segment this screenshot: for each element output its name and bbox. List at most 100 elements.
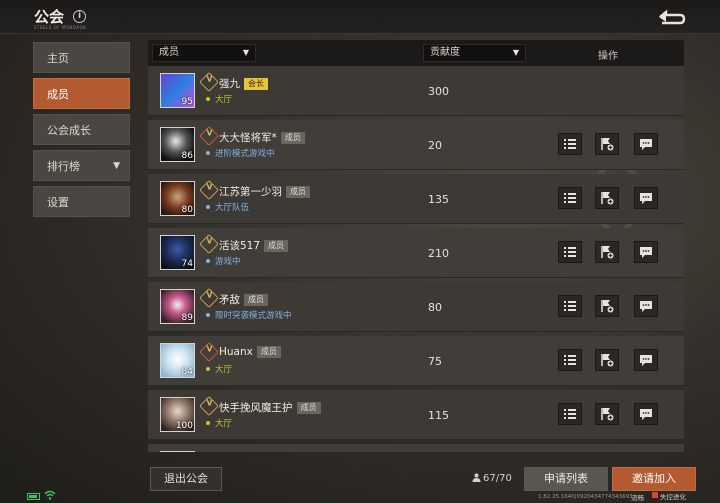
contribution-value: 300 [428,85,449,98]
list-icon [564,247,576,257]
level-label: 95 [181,97,193,107]
chat-button[interactable] [634,403,658,425]
member-list-button[interactable] [558,349,582,371]
status-dot-icon [206,151,210,155]
chat-icon [640,301,652,312]
member-list-button[interactable] [558,403,582,425]
chat-button[interactable] [634,187,658,209]
contribution-sort-dropdown[interactable]: 贡献度 ▼ [423,44,526,62]
applications-button[interactable]: 申请列表 [524,467,608,491]
avatar: 100 [160,397,195,432]
status-text: 大厅 [215,365,233,375]
role-badge: 成员 [296,402,321,414]
member-list-button[interactable] [558,187,582,209]
level-label: 100 [175,421,193,431]
fluency-label: 流畅 [631,494,644,502]
page-title: 公会 [34,8,65,26]
member-list-button[interactable] [558,133,582,155]
rank-icon [199,72,219,92]
member-row[interactable]: 86 大大怪将军*成员 进阶模式游戏中 20 [148,120,684,170]
chat-icon [640,247,652,258]
status-dot-icon [206,205,210,209]
sidebar-item-guild-growth[interactable]: 公会成长 [33,114,130,145]
status-text: 进阶模式游戏中 [215,149,275,159]
list-icon [564,409,576,419]
chat-icon [640,355,652,366]
top-bar: 公会 i STEELS OF MONDAOK [0,0,720,34]
sidebar-item-settings[interactable]: 设置 [33,186,130,217]
sidebar-item-label: 公会成长 [47,124,91,137]
flag-member-button[interactable] [595,403,619,425]
role-badge: 会长 [244,78,268,90]
chat-button[interactable] [634,133,658,155]
chat-icon [640,139,652,150]
contribution-value: 210 [428,247,449,260]
flag-member-button[interactable] [595,187,619,209]
caret-down-icon: ▼ [242,48,249,57]
role-badge: 成员 [244,294,268,306]
avatar [160,451,195,452]
avatar: 74 [160,235,195,270]
member-name-line: 江苏第一少羽 成员 [219,184,310,199]
person-icon [472,473,481,482]
rank-icon [199,288,219,308]
member-row[interactable]: 74 活该517成员 游戏中 210 [148,228,684,278]
member-name-line: 大大怪将军* 成员 [219,130,305,145]
member-name: Huanx [219,346,253,358]
chat-button[interactable] [634,295,658,317]
flag-plus-icon [601,354,614,367]
back-icon[interactable] [656,9,686,25]
member-name: 快手挽风魔王护 [219,402,293,414]
flag-plus-icon [601,246,614,259]
member-name: 大大怪将军* [219,132,277,144]
flag-member-button[interactable] [595,295,619,317]
member-list-button[interactable] [558,241,582,263]
member-name: 强九 [219,78,240,90]
chat-button[interactable] [634,349,658,371]
member-list-button[interactable] [558,295,582,317]
sidebar-item-leaderboard[interactable]: 排行榜 ▼ [33,150,130,181]
role-badge: 成员 [286,186,310,198]
member-status: 大厅 [206,363,232,375]
member-name-line: 快手挽风魔王护 成员 [219,400,321,415]
sidebar-item-home[interactable]: 主页 [33,42,130,73]
page-subtitle: STEELS OF MONDAOK [34,25,87,30]
contribution-value: 75 [428,355,442,368]
info-icon[interactable]: i [73,10,86,23]
member-status: 游戏中 [206,255,241,267]
flag-member-button[interactable] [595,133,619,155]
sidebar-item-members[interactable]: 成员 [33,78,130,109]
member-status: 大厅 [206,93,232,105]
member-row[interactable]: 95 强九会长 大厅 300 [148,66,684,116]
flag-member-button[interactable] [595,241,619,263]
chat-button[interactable] [634,241,658,263]
invite-button[interactable]: 邀请加入 [612,467,696,491]
sidebar-item-label: 设置 [47,196,69,209]
contribution-value: 115 [428,409,449,422]
flag-plus-icon [601,138,614,151]
list-icon [564,139,576,149]
member-status: 进阶模式游戏中 [206,147,275,159]
chat-icon [640,409,652,420]
battery-icon [27,493,40,500]
member-row[interactable]: 100 快手挽风魔王护成员 大厅 115 [148,390,684,440]
member-row[interactable]: 80 江苏第一少羽成员 大厅队伍 135 [148,174,684,224]
level-label: 74 [181,259,193,269]
chat-icon [640,193,652,204]
status-dot-icon [206,367,210,371]
level-label: 89 [181,313,193,323]
rank-icon [199,342,219,362]
status-dot-icon [206,259,210,263]
member-row[interactable] [148,444,684,452]
member-row[interactable]: 89 矛敌成员 限时突袭模式游戏中 80 [148,282,684,332]
flag-member-button[interactable] [595,349,619,371]
member-filter-dropdown[interactable]: 成员 ▼ [152,44,256,62]
contribution-value: 20 [428,139,442,152]
member-name: 江苏第一少羽 [219,186,282,198]
role-badge: 成员 [280,132,305,144]
leave-guild-button[interactable]: 退出公会 [150,467,222,491]
sidebar-item-label: 主页 [47,52,69,65]
flag-plus-icon [601,192,614,205]
dropdown-label: 成员 [159,47,179,58]
member-row[interactable]: 84 Huanx成员 大厅 75 [148,336,684,386]
